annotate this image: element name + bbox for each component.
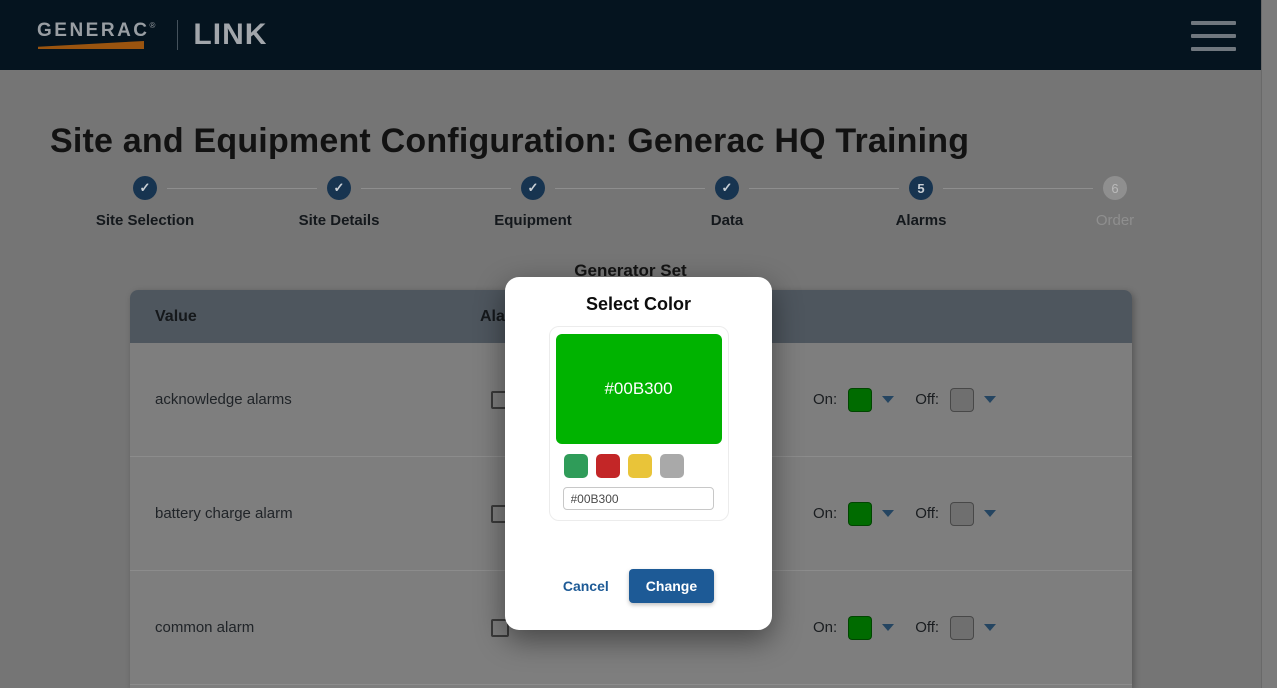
change-button[interactable]: Change [629, 569, 714, 603]
chevron-down-icon[interactable] [984, 624, 996, 631]
step-label: Data [711, 212, 744, 229]
generac-logo: GENERAC® [37, 21, 155, 49]
column-header-value: Value [155, 308, 480, 326]
step-number-badge[interactable]: 6 [1103, 176, 1127, 200]
step-site-details: ✓ Site Details [242, 176, 436, 229]
hamburger-bar [1191, 21, 1236, 25]
color-preview-hex: #00B300 [604, 379, 672, 399]
off-color-swatch[interactable] [950, 388, 974, 412]
row-color-controls: On: Off: [813, 502, 996, 526]
chevron-down-icon[interactable] [882, 510, 894, 517]
brand-logo: GENERAC® LINK [37, 20, 267, 50]
step-label: Site Selection [96, 212, 194, 229]
off-label: Off: [915, 619, 939, 636]
hamburger-menu-icon[interactable] [1191, 20, 1236, 51]
on-color-swatch[interactable] [848, 616, 872, 640]
palette-swatch-gray[interactable] [660, 454, 684, 478]
color-preview-swatch[interactable]: #00B300 [556, 334, 722, 444]
on-label: On: [813, 391, 837, 408]
row-value-label: battery charge alarm [155, 505, 480, 522]
step-alarms-active: 5 Alarms [824, 176, 1018, 229]
chevron-down-icon[interactable] [984, 510, 996, 517]
step-number-badge[interactable]: 5 [909, 176, 933, 200]
chevron-down-icon[interactable] [882, 624, 894, 631]
hamburger-bar [1191, 34, 1236, 38]
hex-color-input[interactable] [563, 487, 714, 510]
row-color-controls: On: Off: [813, 616, 996, 640]
row-color-controls: On: Off: [813, 388, 996, 412]
off-label: Off: [915, 505, 939, 522]
brand-divider [177, 20, 178, 50]
palette-swatch-yellow[interactable] [628, 454, 652, 478]
chevron-down-icon[interactable] [882, 396, 894, 403]
step-label: Site Details [299, 212, 380, 229]
step-complete-check-icon[interactable]: ✓ [521, 176, 545, 200]
step-equipment: ✓ Equipment [436, 176, 630, 229]
palette-swatch-green[interactable] [564, 454, 588, 478]
wizard-stepper: ✓ Site Selection ✓ Site Details ✓ Equipm… [48, 176, 1212, 229]
palette-row [556, 454, 722, 478]
hamburger-bar [1191, 47, 1236, 51]
modal-buttons: Cancel Change [563, 569, 714, 603]
off-color-swatch[interactable] [950, 502, 974, 526]
registered-mark: ® [150, 21, 156, 30]
step-complete-check-icon[interactable]: ✓ [715, 176, 739, 200]
color-picker-panel: #00B300 [549, 326, 729, 521]
page-title: Site and Equipment Configuration: Genera… [50, 122, 1210, 161]
generac-wordmark: GENERAC [37, 20, 150, 41]
off-color-swatch[interactable] [950, 616, 974, 640]
on-color-swatch[interactable] [848, 502, 872, 526]
step-order: 6 Order [1018, 176, 1212, 229]
cancel-button[interactable]: Cancel [563, 578, 609, 594]
page-scrollbar[interactable] [1261, 0, 1277, 688]
step-label: Order [1096, 212, 1134, 229]
step-complete-check-icon[interactable]: ✓ [133, 176, 157, 200]
generac-swoosh-icon [38, 41, 144, 49]
chevron-down-icon[interactable] [984, 396, 996, 403]
link-wordmark: LINK [193, 20, 267, 50]
off-label: Off: [915, 391, 939, 408]
step-complete-check-icon[interactable]: ✓ [327, 176, 351, 200]
on-label: On: [813, 505, 837, 522]
row-value-label: common alarm [155, 619, 480, 636]
step-data: ✓ Data [630, 176, 824, 229]
step-site-selection: ✓ Site Selection [48, 176, 242, 229]
palette-swatch-red[interactable] [596, 454, 620, 478]
step-label: Equipment [494, 212, 572, 229]
modal-title: Select Color [586, 294, 691, 315]
row-value-label: acknowledge alarms [155, 391, 480, 408]
select-color-modal: Select Color #00B300 Cancel Change [505, 277, 772, 630]
on-color-swatch[interactable] [848, 388, 872, 412]
step-label: Alarms [896, 212, 947, 229]
on-label: On: [813, 619, 837, 636]
top-navbar: GENERAC® LINK [0, 0, 1261, 70]
